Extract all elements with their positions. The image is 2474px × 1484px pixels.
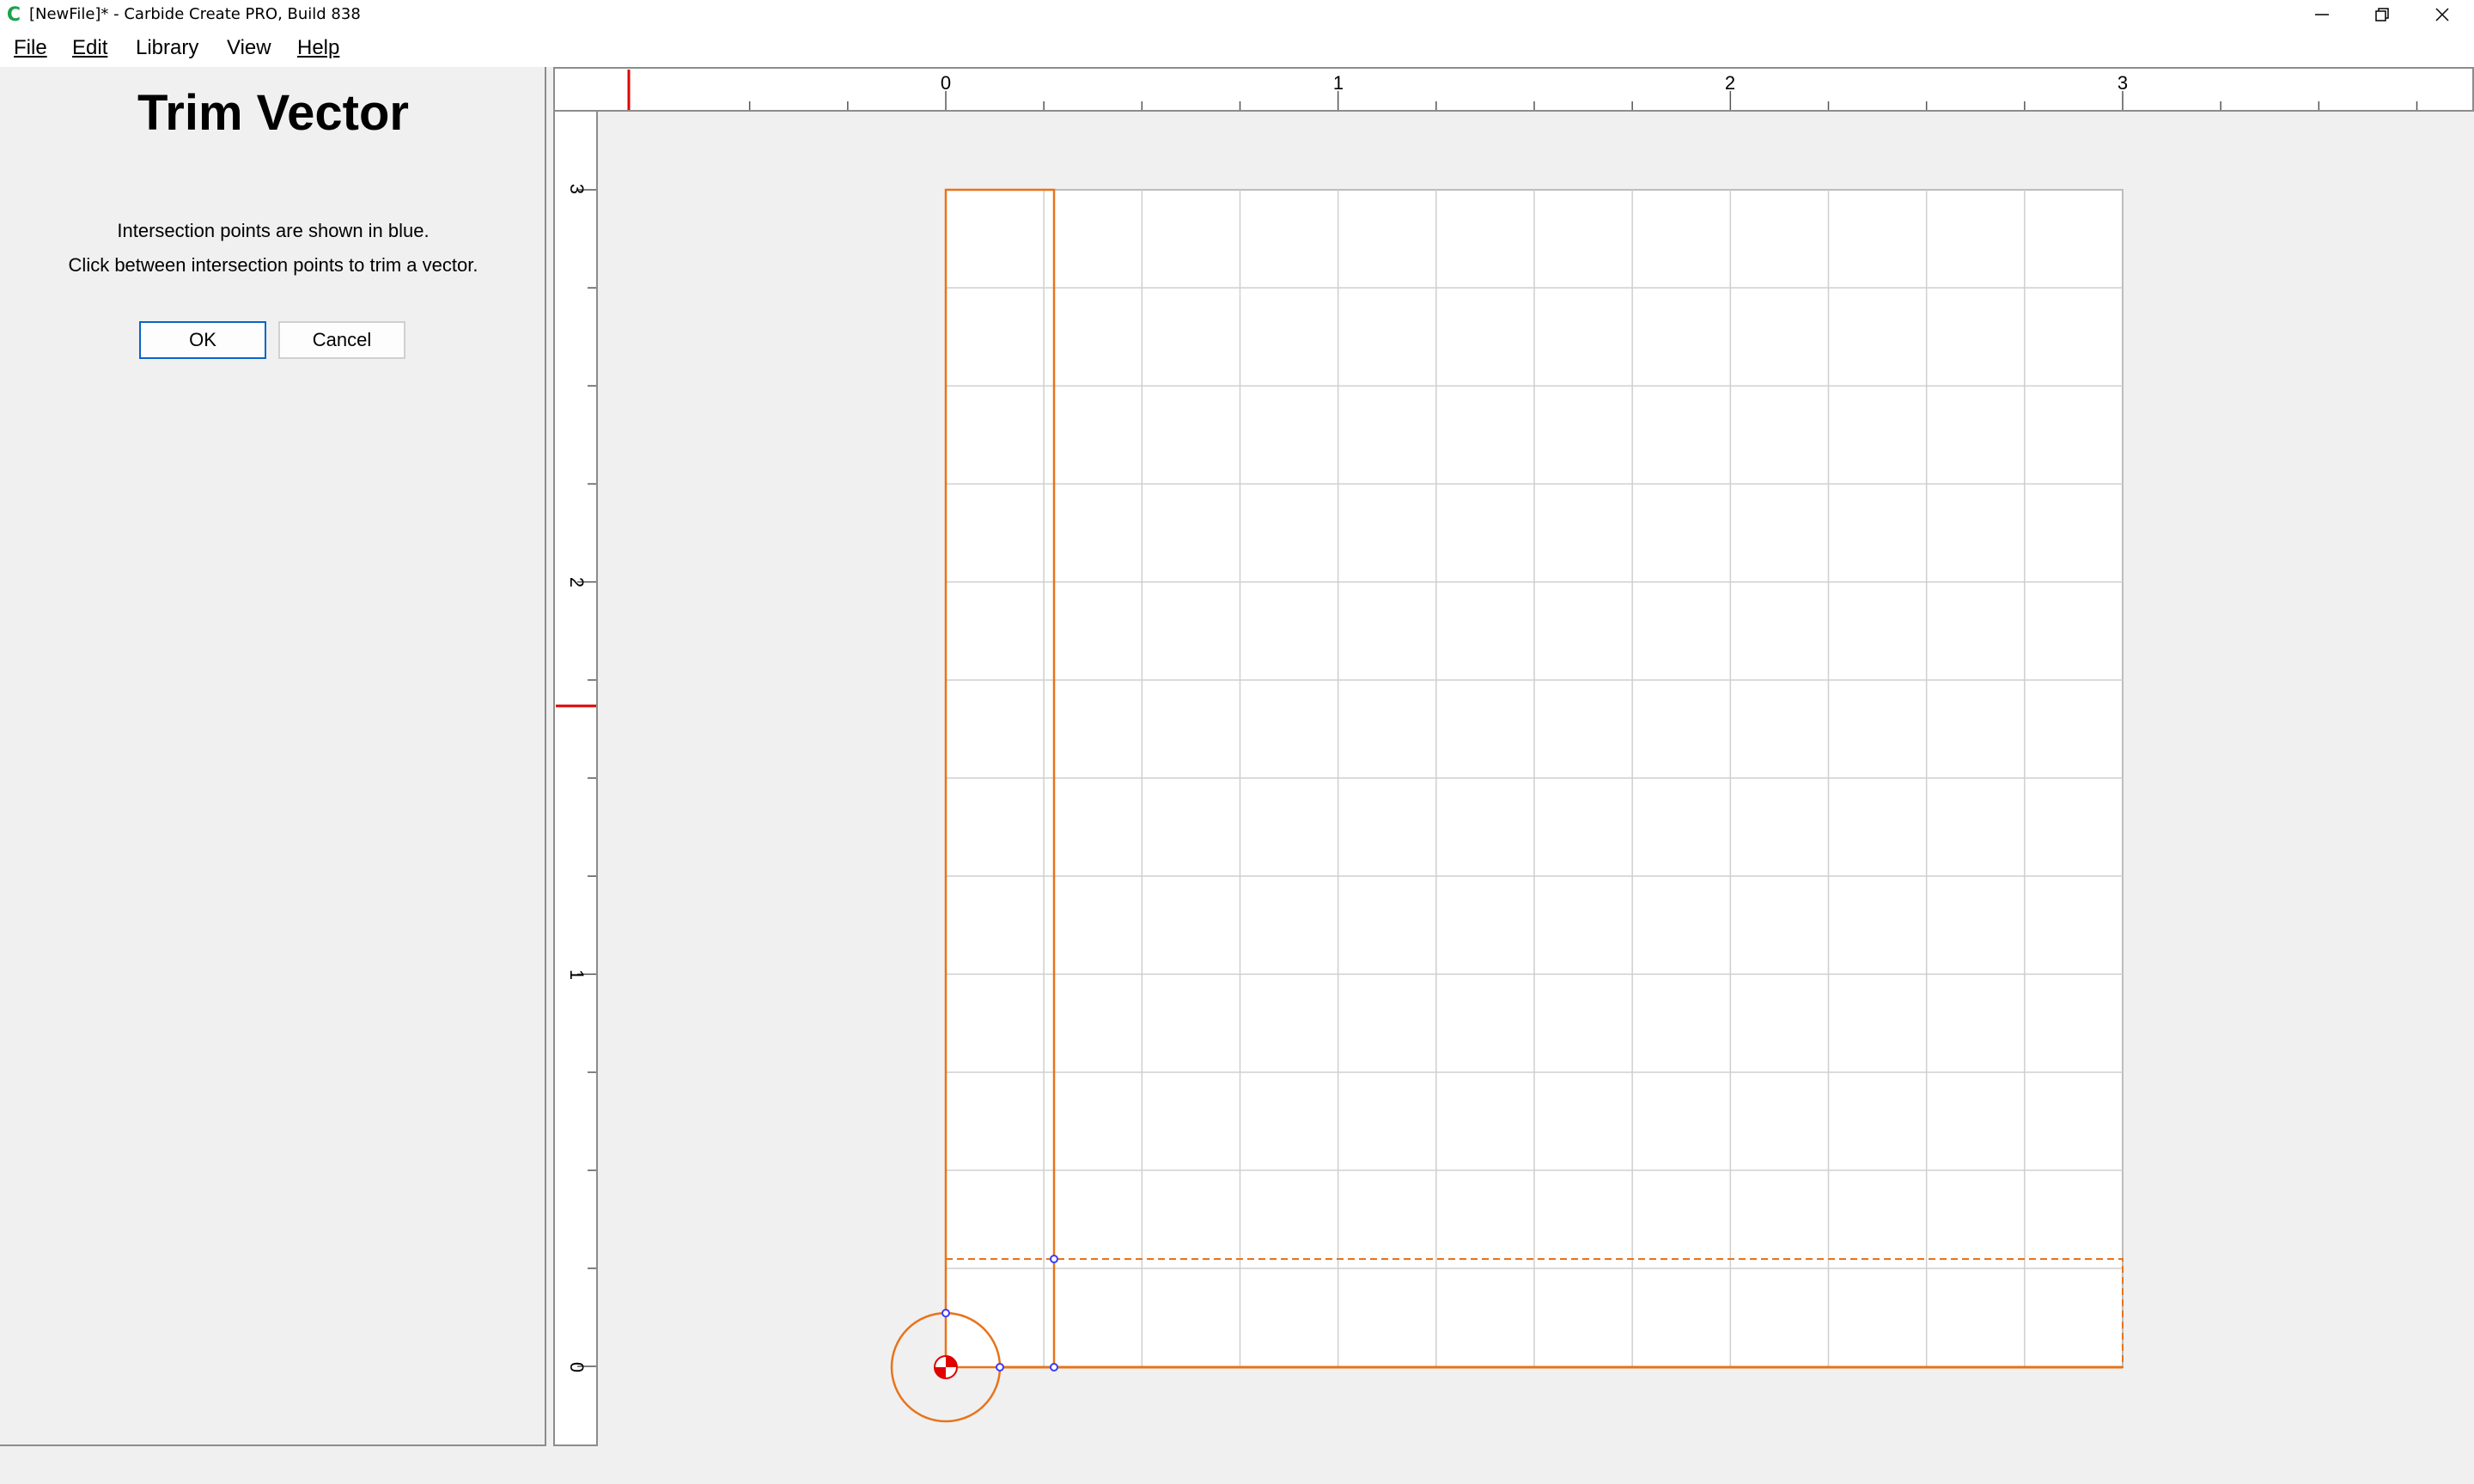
menu-file[interactable]: File bbox=[12, 29, 49, 67]
ok-button[interactable]: OK bbox=[139, 321, 266, 359]
design-canvas-area[interactable]: 0 1 2 3 3 2 1 0 bbox=[553, 67, 2474, 1446]
close-button[interactable] bbox=[2412, 0, 2472, 29]
intersection-point[interactable] bbox=[996, 1363, 1004, 1371]
horizontal-ruler[interactable] bbox=[553, 67, 2474, 112]
instruction-line-1: Intersection points are shown in blue. bbox=[117, 220, 430, 241]
restore-button[interactable] bbox=[2352, 0, 2412, 29]
status-bar bbox=[0, 1446, 2474, 1484]
design-canvas[interactable]: 0 1 2 3 3 2 1 0 bbox=[553, 67, 2474, 1446]
title-bar: C [NewFile]* - Carbide Create PRO, Build… bbox=[0, 0, 2474, 29]
vruler-label-0: 0 bbox=[566, 1362, 588, 1372]
hruler-label-3: 3 bbox=[2118, 72, 2128, 94]
menu-bar: File Edit Library View Help bbox=[0, 29, 2474, 67]
vruler-label-2: 2 bbox=[566, 577, 588, 587]
intersection-point[interactable] bbox=[941, 1309, 950, 1317]
menu-view[interactable]: View bbox=[225, 29, 273, 67]
intersection-point[interactable] bbox=[1050, 1255, 1058, 1263]
cancel-button[interactable]: Cancel bbox=[278, 321, 405, 359]
vruler-label-1: 1 bbox=[566, 970, 588, 980]
menu-library[interactable]: Library bbox=[134, 29, 200, 67]
restore-icon bbox=[2375, 8, 2389, 21]
vruler-label-3: 3 bbox=[566, 184, 588, 194]
close-icon bbox=[2435, 8, 2449, 21]
window-title: [NewFile]* - Carbide Create PRO, Build 8… bbox=[29, 5, 361, 23]
trim-vector-panel: Trim Vector Intersection points are show… bbox=[0, 67, 546, 1446]
carbide-app-icon: C bbox=[6, 4, 21, 26]
menu-edit[interactable]: Edit bbox=[70, 29, 109, 67]
hruler-label-1: 1 bbox=[1333, 72, 1344, 94]
hruler-label-0: 0 bbox=[941, 72, 951, 94]
hruler-label-2: 2 bbox=[1725, 72, 1735, 94]
intersection-point[interactable] bbox=[1050, 1363, 1058, 1371]
minimize-icon bbox=[2315, 14, 2329, 15]
minimize-button[interactable] bbox=[2292, 0, 2352, 29]
instruction-line-2: Click between intersection points to tri… bbox=[68, 254, 478, 276]
panel-title: Trim Vector bbox=[137, 85, 409, 141]
menu-help[interactable]: Help bbox=[296, 29, 341, 67]
origin-marker-icon bbox=[934, 1355, 958, 1379]
